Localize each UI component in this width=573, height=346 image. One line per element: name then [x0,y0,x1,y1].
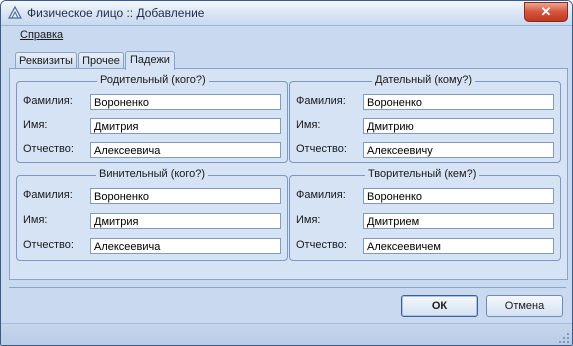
close-icon: ✕ [540,4,552,19]
tab-other[interactable]: Прочее [78,52,124,69]
genitive-first-name-field[interactable]: Дмитрия [90,118,281,134]
group-accusative: Винительный (кого?) Фамилия: Вороненко И… [16,168,288,261]
tab-details[interactable]: Реквизиты [15,52,77,69]
group-dative: Дательный (кому?) Фамилия: Вороненко Имя… [289,74,561,163]
last-name-label: Фамилия: [23,189,73,201]
first-name-label: Имя: [296,119,321,131]
accusative-patronymic-field[interactable]: Алексеевича [90,238,281,254]
dialog-window: Физическое лицо :: Добавление ✕ Справка … [0,0,573,346]
instrumental-last-name-field[interactable]: Вороненко [363,188,554,204]
app-icon [7,5,23,19]
group-genitive: Родительный (кого?) Фамилия: Вороненко И… [16,74,288,163]
patronymic-label: Отчество: [296,239,347,251]
ok-button[interactable]: ОК [401,295,478,317]
patronymic-label: Отчество: [296,143,347,155]
genitive-last-name-field[interactable]: Вороненко [90,94,281,110]
group-dative-title: Дательный (кому?) [372,74,476,86]
group-genitive-title: Родительный (кого?) [97,74,209,86]
cases-panel: Родительный (кого?) Фамилия: Вороненко И… [9,68,568,280]
menu-bar: Справка [6,27,566,45]
resize-grip-icon[interactable] [559,333,569,343]
dative-first-name-field[interactable]: Дмитрию [363,118,554,134]
first-name-label: Имя: [23,214,48,226]
instrumental-first-name-field[interactable]: Дмитрием [363,213,554,229]
tab-cases[interactable]: Падежи [125,51,175,70]
status-bar [1,323,572,345]
patronymic-label: Отчество: [23,239,74,251]
window-title: Физическое лицо :: Добавление [27,6,205,20]
dative-last-name-field[interactable]: Вороненко [363,94,554,110]
cancel-button[interactable]: Отмена [486,295,563,317]
accusative-first-name-field[interactable]: Дмитрия [90,213,281,229]
group-instrumental-title: Творительный (кем?) [365,168,480,180]
accusative-last-name-field[interactable]: Вороненко [90,188,281,204]
title-bar[interactable]: Физическое лицо :: Добавление ✕ [1,1,572,26]
close-button[interactable]: ✕ [524,2,568,22]
dative-patronymic-field[interactable]: Алексеевичу [363,142,554,158]
last-name-label: Фамилия: [296,189,346,201]
first-name-label: Имя: [296,214,321,226]
patronymic-label: Отчество: [23,143,74,155]
group-instrumental: Творительный (кем?) Фамилия: Вороненко И… [289,168,561,261]
last-name-label: Фамилия: [296,95,346,107]
menu-help[interactable]: Справка [20,29,63,41]
last-name-label: Фамилия: [23,95,73,107]
first-name-label: Имя: [23,119,48,131]
genitive-patronymic-field[interactable]: Алексеевича [90,142,281,158]
group-accusative-title: Винительный (кого?) [96,168,209,180]
divider [9,287,566,288]
instrumental-patronymic-field[interactable]: Алексеевичем [363,238,554,254]
